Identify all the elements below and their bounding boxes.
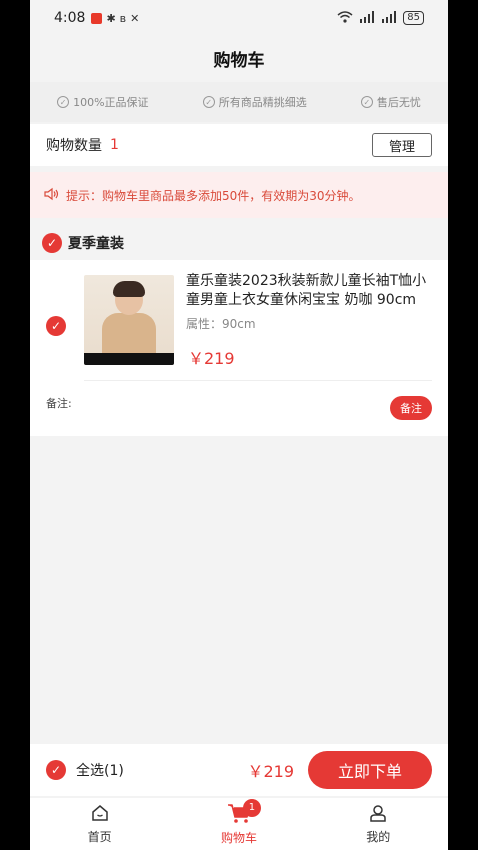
shop-select-checkbox[interactable]: ✓ (42, 233, 62, 253)
select-all-label[interactable]: 全选(1) (76, 760, 124, 780)
cart-item-card: ✓ 童乐童装2023秋装新款儿童长袖T恤小童男童上衣女童休闲宝宝 奶咖 90cm… (30, 260, 448, 436)
tab-profile[interactable]: 我的 (338, 804, 418, 845)
guarantee-bar: ✓ 100%正品保证 ✓ 所有商品精挑细选 ✓ 售后无忧 (30, 82, 448, 122)
bottom-tab-bar: 首页 1 购物车 我的 (30, 798, 448, 850)
product-thumbnail[interactable] (84, 275, 174, 365)
tab-label: 我的 (366, 829, 391, 844)
shop-header: ✓ 夏季童装 (30, 226, 448, 260)
page-header: 购物车 (30, 36, 448, 80)
guarantee-label: 售后无忧 (376, 96, 421, 109)
vibrate-icon: ✱ (106, 11, 116, 25)
page-title: 购物车 (213, 50, 265, 71)
battery-indicator: 85 (403, 11, 424, 25)
user-icon (369, 804, 387, 826)
signal-icon-2 (381, 10, 397, 26)
tab-cart[interactable]: 1 购物车 (199, 798, 279, 846)
guarantee-label: 100%正品保证 (73, 96, 149, 109)
remark-label: 备注: (46, 397, 72, 410)
home-icon (91, 804, 109, 826)
mute-icon: ✕ (130, 11, 140, 25)
item-select-checkbox[interactable]: ✓ (46, 316, 66, 336)
tip-text: 提示：购物车里商品最多添加50件，有效期为30分钟。 (66, 188, 361, 203)
bluetooth-icon: ʙ (119, 11, 127, 25)
wifi-icon (337, 10, 353, 26)
divider (84, 380, 432, 381)
tab-label: 首页 (87, 829, 112, 844)
thumbnail-strip (84, 353, 174, 365)
guarantee-selected: ✓ 所有商品精挑细选 (202, 94, 307, 110)
check-circle-icon: ✓ (360, 96, 373, 108)
app-screen: 4:08 ✱ ʙ ✕ 85 购物车 ✓ 100%正品保证 ✓ 所有商品精挑细选 … (30, 0, 448, 850)
cart-count-bar: 购物数量 1 管理 (30, 124, 448, 166)
cart-count-label: 购物数量 (46, 138, 102, 154)
signal-icon-1 (359, 10, 375, 26)
check-circle-icon: ✓ (57, 96, 70, 108)
guarantee-authentic: ✓ 100%正品保证 (57, 94, 149, 110)
cart-count-value: 1 (110, 137, 119, 153)
app-notification-icon (91, 12, 103, 24)
product-price: ￥219 (188, 349, 235, 368)
speaker-icon (44, 187, 60, 204)
notification-icons: ✱ ʙ ✕ (91, 12, 139, 25)
place-order-button[interactable]: 立即下单 (308, 751, 432, 789)
tip-banner: 提示：购物车里商品最多添加50件，有效期为30分钟。 (30, 172, 448, 218)
tab-home[interactable]: 首页 (60, 804, 140, 845)
cart-badge: 1 (242, 798, 261, 817)
check-circle-icon: ✓ (202, 96, 215, 108)
manage-button[interactable]: 管理 (372, 133, 432, 157)
guarantee-label: 所有商品精挑细选 (218, 96, 307, 109)
remark-button[interactable]: 备注 (390, 396, 432, 420)
tab-label: 购物车 (220, 830, 257, 845)
status-right: 85 (337, 10, 424, 26)
total-price: ￥219 (247, 762, 294, 781)
guarantee-aftersale: ✓ 售后无忧 (360, 94, 421, 110)
product-attribute: 属性：90cm (186, 317, 256, 331)
status-time: 4:08 (54, 10, 86, 26)
status-bar: 4:08 ✱ ʙ ✕ 85 (30, 0, 448, 36)
select-all-checkbox[interactable]: ✓ (46, 760, 66, 780)
product-title[interactable]: 童乐童装2023秋装新款儿童长袖T恤小童男童上衣女童休闲宝宝 奶咖 90cm (186, 272, 434, 310)
shop-name: 夏季童装 (68, 236, 124, 252)
checkout-bar: ✓ 全选(1) ￥219 立即下单 (30, 744, 448, 796)
